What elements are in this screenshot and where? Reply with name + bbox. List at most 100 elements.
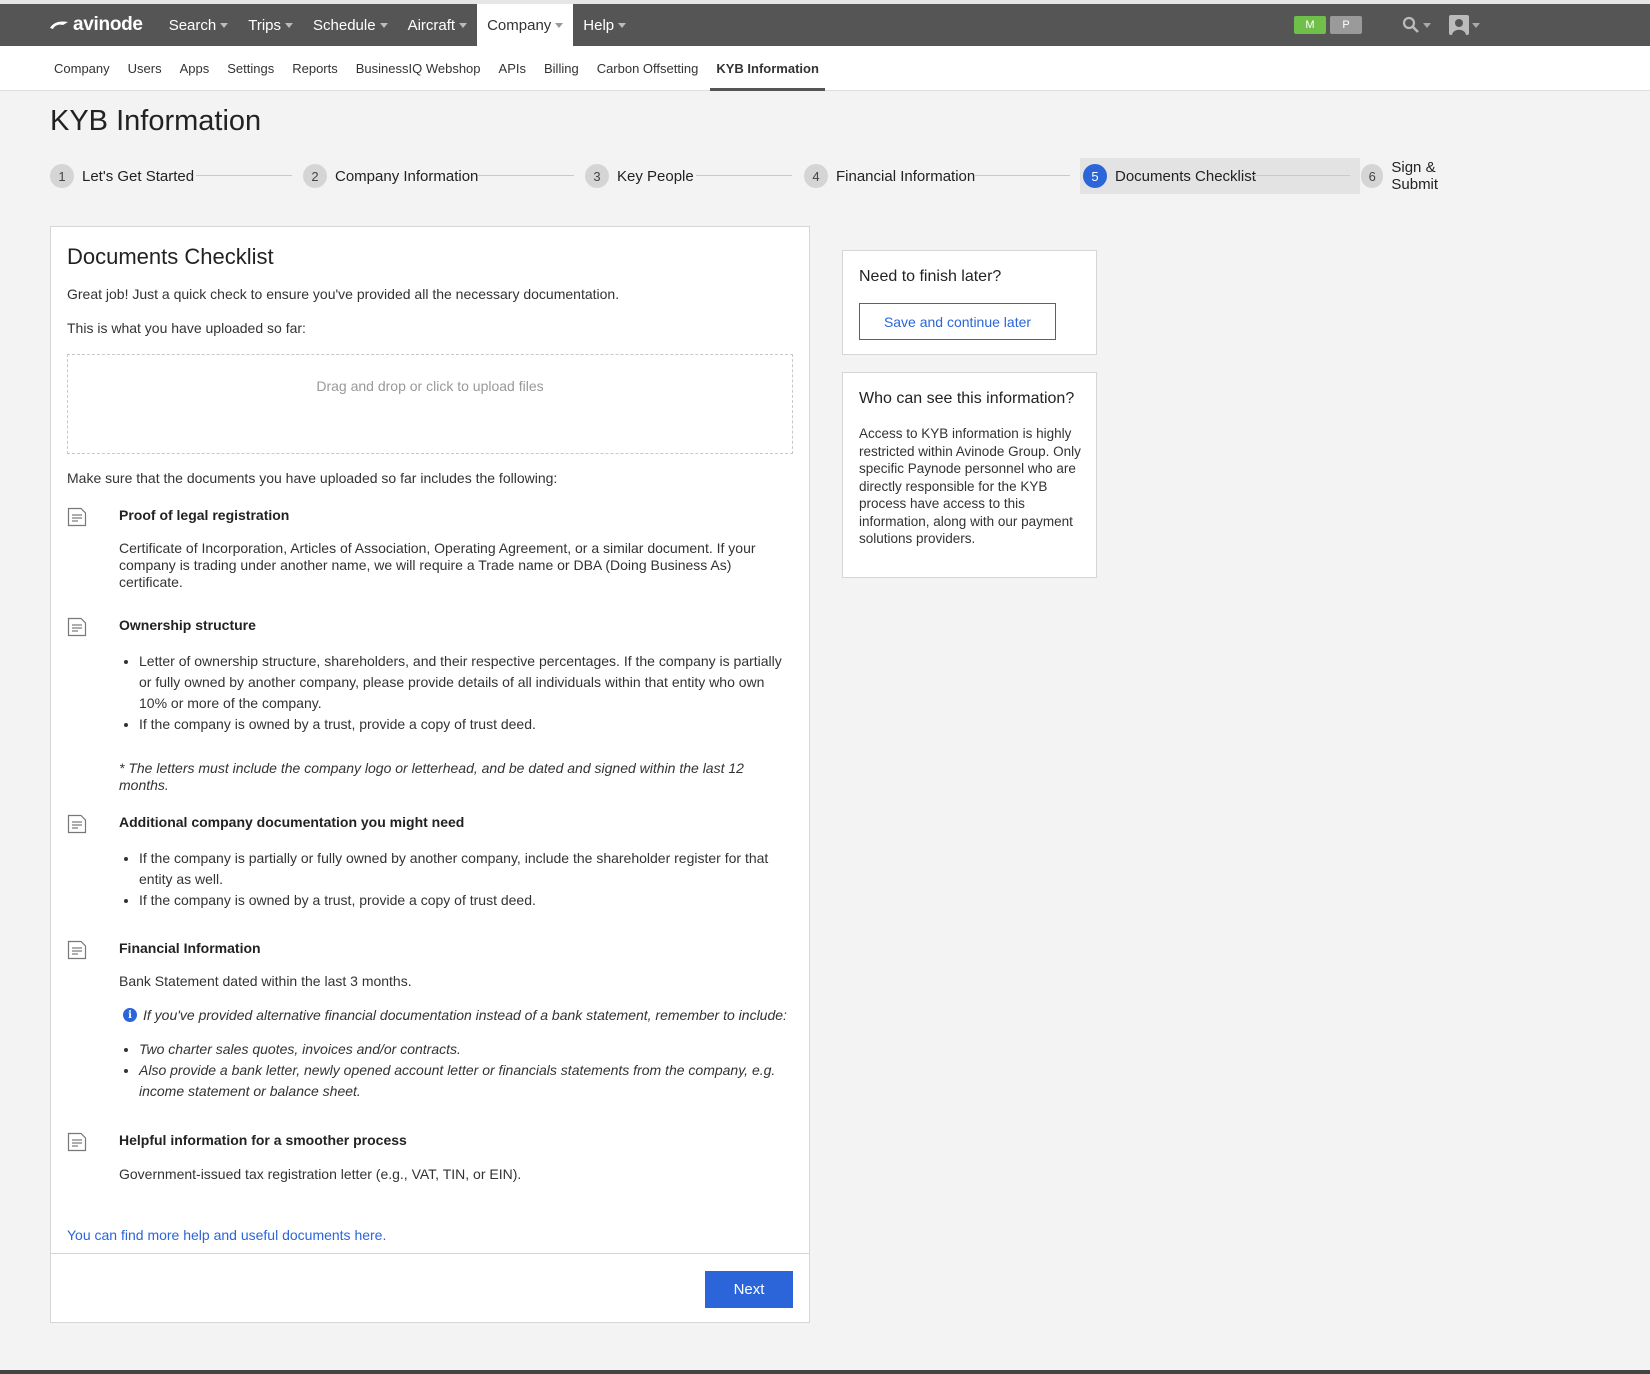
company-subnav: Company Users Apps Settings Reports Busi… xyxy=(0,46,1650,91)
logo-mark-icon xyxy=(50,21,68,29)
help-documents-link[interactable]: You can find more help and useful docume… xyxy=(67,1227,386,1243)
step-company-information[interactable]: 2 Company Information xyxy=(303,158,478,194)
mode-badge-m[interactable]: M xyxy=(1294,16,1326,34)
nav-search[interactable]: Search xyxy=(159,4,239,46)
doc-body: Government-issued tax registration lette… xyxy=(119,1166,522,1182)
documents-checklist-card: Documents Checklist Great job! Just a qu… xyxy=(50,226,810,1323)
user-icon xyxy=(1449,15,1469,35)
global-search-button[interactable] xyxy=(1402,16,1431,34)
subnav-users[interactable]: Users xyxy=(119,46,171,90)
list-item: If the company is partially or fully own… xyxy=(139,848,789,890)
dropzone-text: Drag and drop or click to upload files xyxy=(316,378,544,394)
step-connector xyxy=(196,175,292,176)
make-sure-text: Make sure that the documents you have up… xyxy=(67,470,558,486)
brand-name: avinode xyxy=(73,14,143,35)
additional-bullets: If the company is partially or fully own… xyxy=(119,848,789,911)
financial-info-note: i If you've provided alternative financi… xyxy=(123,1007,787,1023)
nav-aircraft[interactable]: Aircraft xyxy=(398,4,478,46)
step-financial-information[interactable]: 4 Financial Information xyxy=(804,158,975,194)
subnav-reports[interactable]: Reports xyxy=(283,46,347,90)
list-item: If the company is owned by a trust, prov… xyxy=(139,890,789,911)
step-label: Let's Get Started xyxy=(82,167,195,185)
step-number: 5 xyxy=(1083,164,1107,188)
chevron-down-icon xyxy=(285,22,294,28)
ownership-bullets: Letter of ownership structure, sharehold… xyxy=(119,651,789,735)
next-button[interactable]: Next xyxy=(705,1271,793,1308)
info-icon: i xyxy=(123,1008,137,1022)
visibility-title: Who can see this information? xyxy=(859,390,1075,407)
chevron-down-icon xyxy=(555,22,564,28)
list-item: Two charter sales quotes, invoices and/o… xyxy=(139,1039,789,1060)
top-navbar: avinode Search Trips Schedule Aircraft C… xyxy=(0,4,1650,46)
step-label: Sign & Submit xyxy=(1391,159,1439,193)
list-item: Letter of ownership structure, sharehold… xyxy=(139,651,789,714)
subnav-carbon-offsetting[interactable]: Carbon Offsetting xyxy=(588,46,708,90)
step-sign-and-submit[interactable]: 6 Sign & Submit xyxy=(1361,158,1480,194)
step-lets-get-started[interactable]: 1 Let's Get Started xyxy=(50,158,194,194)
step-number: 4 xyxy=(804,164,828,188)
chevron-down-icon xyxy=(379,22,388,28)
page-title: KYB Information xyxy=(50,105,262,137)
chevron-down-icon xyxy=(1472,22,1480,28)
doc-title: Financial Information xyxy=(119,940,261,956)
step-connector xyxy=(974,175,1070,176)
step-documents-checklist[interactable]: 5 Documents Checklist xyxy=(1080,158,1360,194)
document-icon xyxy=(67,940,87,960)
step-label: Financial Information xyxy=(836,167,976,185)
doc-title: Proof of legal registration xyxy=(119,507,290,523)
subnav-company[interactable]: Company xyxy=(45,46,119,90)
user-menu-button[interactable] xyxy=(1449,15,1480,35)
subnav-businessiq-webshop[interactable]: BusinessIQ Webshop xyxy=(347,46,490,90)
financial-bullets: Two charter sales quotes, invoices and/o… xyxy=(119,1039,789,1102)
info-text: If you've provided alternative financial… xyxy=(143,1007,787,1023)
nav-search-label: Search xyxy=(168,16,217,34)
topbar-right: M P xyxy=(1294,4,1650,46)
document-icon xyxy=(67,1132,87,1152)
nav-schedule[interactable]: Schedule xyxy=(303,4,398,46)
list-item: Also provide a bank letter, newly opened… xyxy=(139,1060,789,1102)
visibility-text: Access to KYB information is highly rest… xyxy=(859,426,1081,546)
step-number: 2 xyxy=(303,164,327,188)
chevron-down-icon xyxy=(220,22,229,28)
step-key-people[interactable]: 3 Key People xyxy=(585,158,694,194)
document-icon xyxy=(67,617,87,637)
nav-schedule-label: Schedule xyxy=(313,16,376,34)
subnav-kyb-information[interactable]: KYB Information xyxy=(707,46,828,91)
nav-company[interactable]: Company xyxy=(477,4,574,46)
doc-body: Bank Statement dated within the last 3 m… xyxy=(119,973,412,989)
list-item: If the company is owned by a trust, prov… xyxy=(139,714,789,735)
chevron-down-icon xyxy=(459,22,468,28)
step-number: 1 xyxy=(50,164,74,188)
subnav-settings[interactable]: Settings xyxy=(218,46,283,90)
nav-trips-label: Trips xyxy=(248,16,282,34)
step-connector xyxy=(696,175,792,176)
finish-later-title: Need to finish later? xyxy=(859,268,1002,285)
nav-aircraft-label: Aircraft xyxy=(407,16,456,34)
nav-trips[interactable]: Trips xyxy=(238,4,303,46)
doc-title: Additional company documentation you mig… xyxy=(119,814,465,830)
card-title: Documents Checklist xyxy=(67,244,274,269)
step-label: Documents Checklist xyxy=(1115,167,1256,185)
doc-body: Certificate of Incorporation, Articles o… xyxy=(119,540,756,590)
subnav-apps[interactable]: Apps xyxy=(171,46,219,90)
nav-help[interactable]: Help xyxy=(573,4,636,46)
avinode-logo[interactable]: avinode xyxy=(48,4,143,46)
chevron-down-icon xyxy=(1423,22,1431,28)
document-icon xyxy=(67,814,87,834)
step-label: Key People xyxy=(617,167,694,185)
document-icon xyxy=(67,507,87,527)
nav-company-label: Company xyxy=(487,16,552,34)
step-connector xyxy=(1252,175,1350,176)
ownership-note: * The letters must include the company l… xyxy=(119,760,744,793)
step-number: 6 xyxy=(1361,164,1384,188)
card-footer: Next xyxy=(51,1253,809,1322)
doc-title: Ownership structure xyxy=(119,617,256,633)
visibility-info-panel: Who can see this information? Access to … xyxy=(842,372,1097,578)
mode-badge-p[interactable]: P xyxy=(1330,16,1362,34)
subnav-apis[interactable]: APIs xyxy=(490,46,535,90)
save-continue-later-button[interactable]: Save and continue later xyxy=(859,303,1056,340)
file-dropzone[interactable]: Drag and drop or click to upload files xyxy=(67,354,793,454)
subnav-billing[interactable]: Billing xyxy=(535,46,588,90)
intro-text: Great job! Just a quick check to ensure … xyxy=(67,286,620,302)
uploaded-label: This is what you have uploaded so far: xyxy=(67,320,306,336)
